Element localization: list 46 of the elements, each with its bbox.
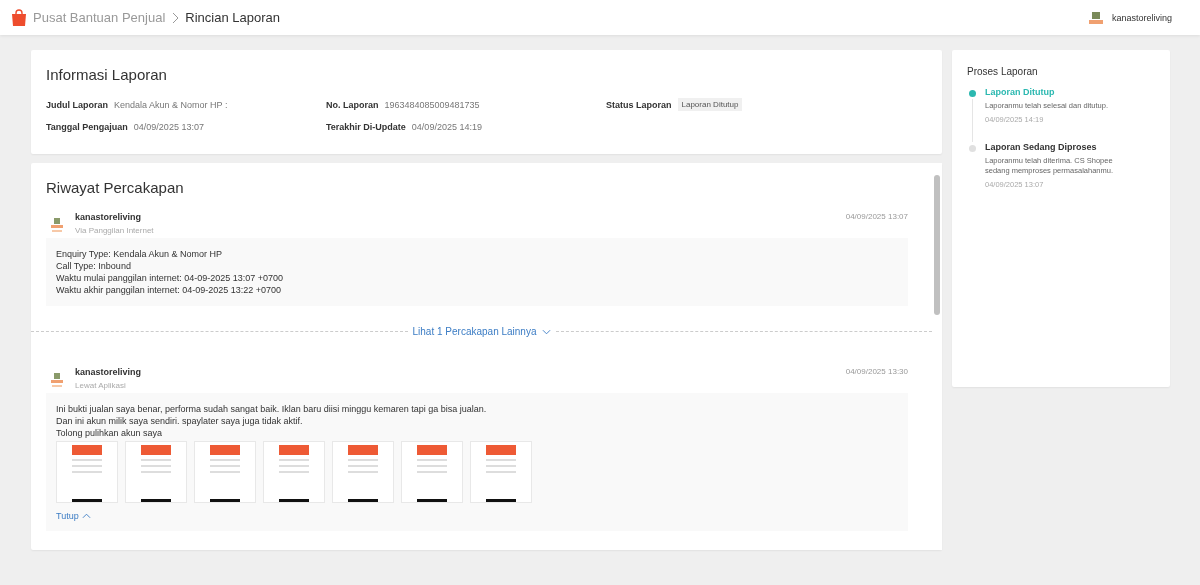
- card-title: Riwayat Percakapan: [45, 179, 185, 196]
- breadcrumb-item: Rincian Laporan: [185, 10, 280, 25]
- store-avatar-icon: [49, 216, 65, 234]
- field-label: Tanggal Pengajuan: [46, 122, 128, 132]
- field-value: 1963484085009481735: [384, 99, 480, 110]
- step-title: Laporan Ditutup: [985, 87, 1056, 97]
- breadcrumb-item[interactable]: Pusat Bantuan Penjual: [33, 10, 166, 25]
- store-avatar-icon: [49, 371, 65, 389]
- message-line: Tolong pulihkan akun saya: [56, 427, 164, 439]
- field-label: Judul Laporan: [46, 99, 108, 110]
- message-line: Dan ini akun milik saya sendiri. spaylater saya juga tidak aktif.: [56, 415, 304, 427]
- scrollbar[interactable]: [932, 163, 942, 550]
- message-line: Waktu mulai panggilan internet: 04-09-2025 13:07 +0700: [56, 272, 285, 284]
- message-channel: Via Panggilan Internet: [75, 226, 155, 235]
- step-title: Laporan Sedang Diproses: [985, 142, 1098, 152]
- field-value: Kendala Akun & Nomor HP :: [114, 99, 228, 110]
- show-more-link[interactable]: Lihat 1 Percakapan Lainnya: [412, 326, 537, 337]
- chevron-right-icon: [171, 11, 180, 24]
- field-label: No. Laporan: [326, 99, 379, 110]
- message-time: 04/09/2025 13:07: [845, 212, 908, 221]
- shopping-bag-icon[interactable]: [11, 8, 27, 27]
- panel-title: Proses Laporan: [967, 66, 1039, 77]
- message-line: Ini bukti jualan saya benar, performa sudah sangat baik. Iklan baru diisi minggu kemaren tapi ga bisa jualan.: [56, 403, 488, 415]
- store-avatar-icon: [1087, 9, 1104, 26]
- message-time: 04/09/2025 13:30: [845, 367, 908, 376]
- message-line: Call Type: Inbound: [56, 260, 132, 272]
- message-line: Waktu akhir panggilan internet: 04-09-2025 13:22 +0700: [56, 284, 283, 296]
- field-value: 04/09/2025 14:19: [411, 122, 482, 132]
- screenshot-thumbnail[interactable]: [194, 441, 256, 503]
- status-tag: Laporan Ditutup: [677, 98, 743, 111]
- screenshot-thumbnail[interactable]: [56, 441, 118, 503]
- sender-name: kanastoreliving: [75, 212, 143, 222]
- collapse-link[interactable]: Tutup: [56, 511, 79, 521]
- message-line: Enquiry Type: Kendala Akun & Nomor HP: [56, 248, 223, 260]
- field-label: Terakhir Di-Update: [326, 122, 406, 132]
- message-channel: Lewat Aplikasi: [75, 381, 127, 390]
- screenshot-thumbnail[interactable]: [470, 441, 532, 503]
- card-title: Informasi Laporan: [46, 66, 168, 83]
- field-value: 04/09/2025 13:07: [133, 122, 204, 132]
- screenshot-thumbnail[interactable]: [263, 441, 325, 503]
- screenshot-thumbnail[interactable]: [401, 441, 463, 503]
- screenshot-thumbnail[interactable]: [125, 441, 187, 503]
- field-label: Status Laporan: [606, 99, 672, 110]
- screenshot-thumbnail[interactable]: [332, 441, 394, 503]
- sender-name: kanastoreliving: [75, 367, 143, 377]
- username[interactable]: kanastoreliving: [1111, 12, 1172, 23]
